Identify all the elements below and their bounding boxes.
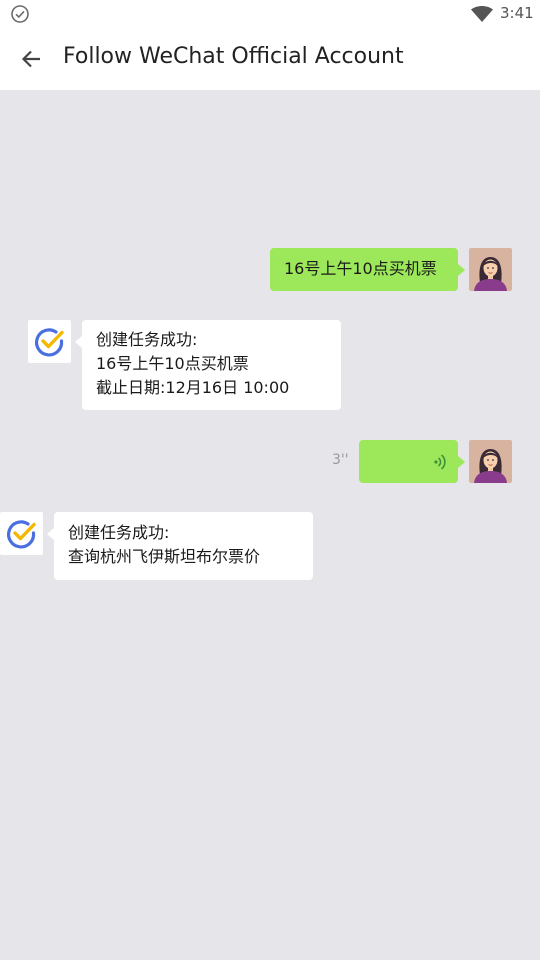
chat-area[interactable]: 16号上午10点买机票 创建任务成功: 16号上午10点买机票 截止日期:12月… xyxy=(0,90,540,960)
bot-message-bubble[interactable]: 创建任务成功: 查询杭州飞伊斯坦布尔票价 xyxy=(54,512,313,580)
voice-wave-icon xyxy=(433,453,447,478)
status-check-icon xyxy=(10,4,30,28)
status-time: 3:41 xyxy=(500,4,534,22)
message-line: 创建任务成功: xyxy=(68,523,170,542)
user-message-bubble[interactable]: 16号上午10点买机票 xyxy=(270,248,458,291)
bubble-tail xyxy=(47,528,54,540)
voice-message-bubble[interactable] xyxy=(359,440,458,483)
bubble-tail xyxy=(75,336,82,348)
message-line: 截止日期:12月16日 10:00 xyxy=(96,378,290,397)
message-text: 16号上午10点买机票 xyxy=(284,259,437,278)
bot-message-bubble[interactable]: 创建任务成功: 16号上午10点买机票 截止日期:12月16日 10:00 xyxy=(82,320,341,410)
message-line: 创建任务成功: xyxy=(96,330,198,349)
bot-avatar[interactable] xyxy=(28,320,71,363)
bubble-tail xyxy=(458,264,465,276)
app-bar: Follow WeChat Official Account xyxy=(0,28,540,90)
bubble-tail xyxy=(458,456,465,468)
user-avatar[interactable] xyxy=(469,440,512,483)
status-bar: 3:41 xyxy=(0,0,540,28)
message-line: 查询杭州飞伊斯坦布尔票价 xyxy=(68,547,261,566)
message-line: 16号上午10点买机票 xyxy=(96,354,249,373)
bot-check-avatar xyxy=(34,328,64,357)
back-arrow-icon[interactable] xyxy=(19,46,45,72)
wifi-icon xyxy=(471,5,493,26)
bot-check-avatar xyxy=(6,520,36,549)
voice-duration: 3'' xyxy=(332,452,349,468)
bot-avatar[interactable] xyxy=(0,512,43,555)
page-title: Follow WeChat Official Account xyxy=(63,44,404,69)
user-avatar[interactable] xyxy=(469,248,512,291)
